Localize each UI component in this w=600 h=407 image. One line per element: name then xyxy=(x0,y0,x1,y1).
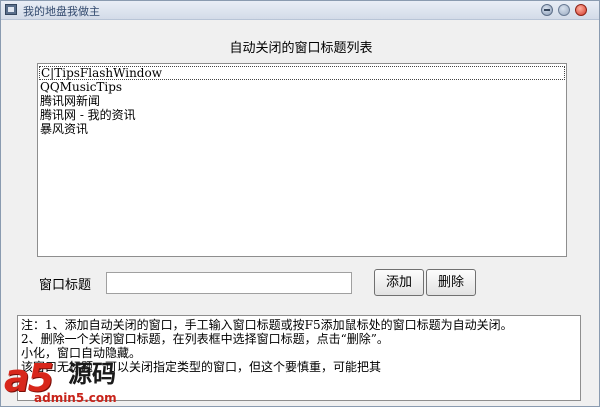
list-item[interactable]: 暴风资讯 xyxy=(38,122,566,136)
close-button[interactable] xyxy=(575,4,587,16)
maximize-button[interactable] xyxy=(558,4,570,16)
list-item[interactable]: 腾讯网新闻 xyxy=(38,94,566,108)
main-window: 我的地盘我做主 自动关闭的窗口标题列表 C|TipsFlashWindow QQ… xyxy=(0,0,600,407)
list-heading: 自动关闭的窗口标题列表 xyxy=(229,41,373,56)
delete-button[interactable]: 删除 xyxy=(426,269,476,296)
app-icon xyxy=(5,4,17,15)
window-title-listbox[interactable]: C|TipsFlashWindow QQMusicTips 腾讯网新闻 腾讯网 … xyxy=(37,63,567,257)
watermark-text: 源码 xyxy=(68,360,116,388)
title-bar[interactable]: 我的地盘我做主 xyxy=(1,1,599,20)
window-title-input[interactable] xyxy=(106,272,352,294)
window-title-label: 窗口标题 xyxy=(39,278,92,293)
watermark-url: admin5.com xyxy=(34,391,117,405)
note-line: 注：1、添加自动关闭的窗口，手工输入窗口标题或按F5添加鼠标处的窗口标题为自动关… xyxy=(21,318,513,332)
list-item[interactable]: 腾讯网 - 我的资讯 xyxy=(38,108,566,122)
add-button[interactable]: 添加 xyxy=(374,269,424,296)
watermark-logo: a5 源码 admin5.com xyxy=(4,357,162,405)
note-line: 2、删除一个关闭窗口标题，在列表框中选择窗口标题，点击“删除”。 xyxy=(21,332,389,346)
list-item[interactable]: QQMusicTips xyxy=(38,80,566,94)
list-item[interactable]: C|TipsFlashWindow xyxy=(39,66,565,80)
window-title: 我的地盘我做主 xyxy=(23,5,100,18)
minimize-button[interactable] xyxy=(541,4,553,16)
